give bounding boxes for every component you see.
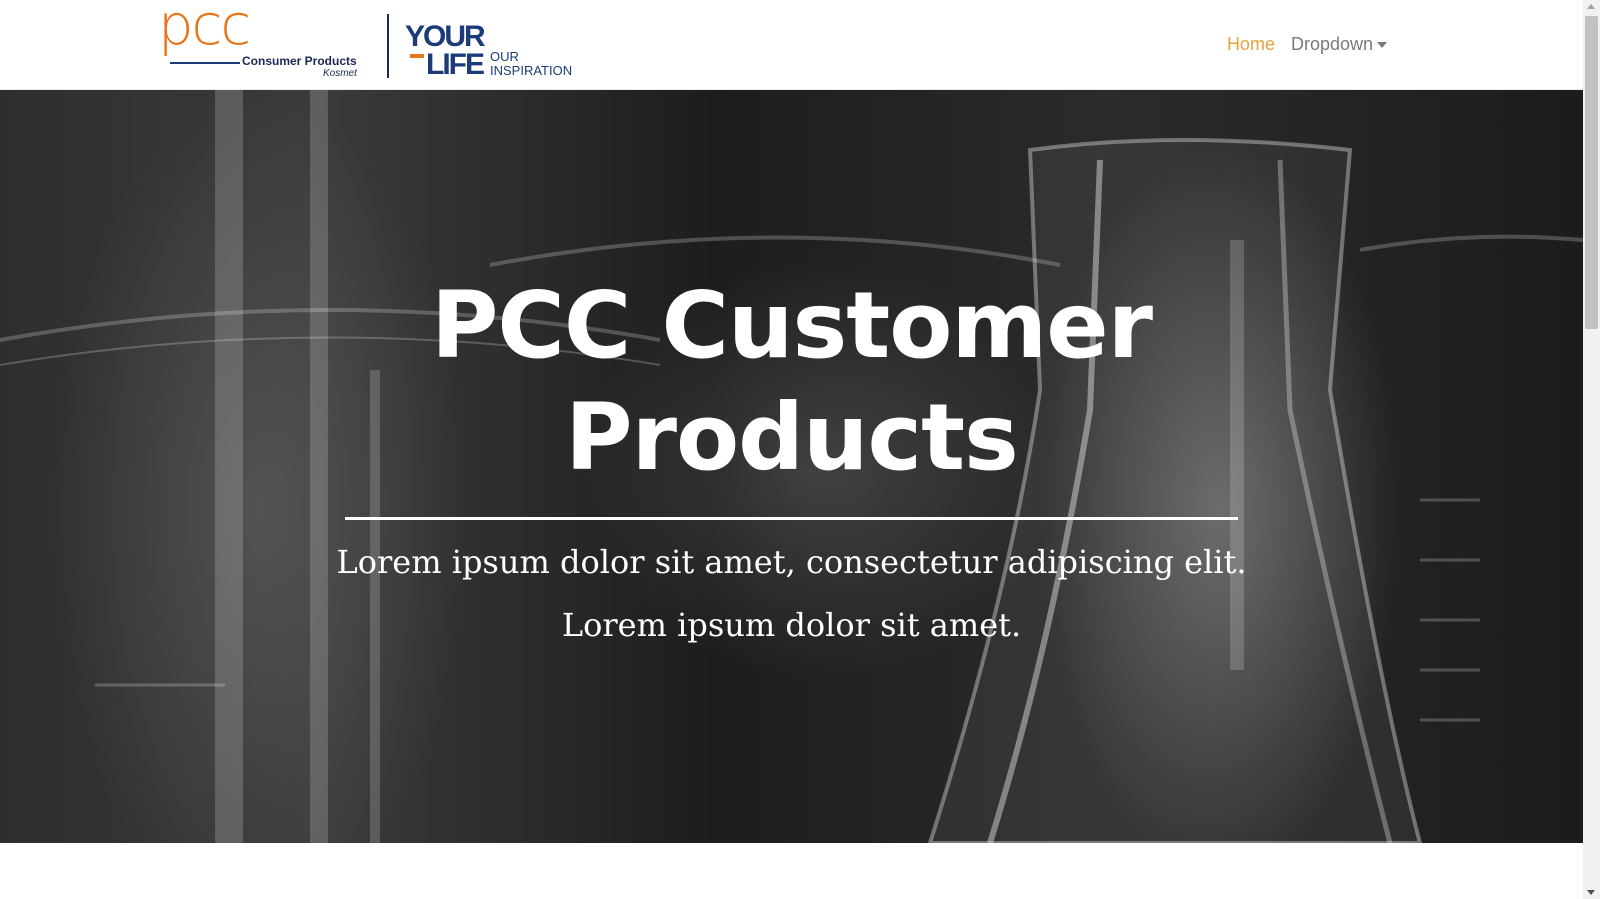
caret-down-icon [1377, 42, 1387, 49]
page-scrollbar[interactable] [1583, 0, 1600, 899]
your-life-logo-life: LIFE [426, 48, 485, 81]
kosmet-label: Kosmet [323, 68, 357, 79]
your-life-logo-inspiration: INSPIRATION [490, 63, 573, 78]
consumer-products-label: Consumer Products [242, 54, 357, 68]
nav-dropdown-label: Dropdown [1290, 34, 1373, 54]
nav-home-link[interactable]: Home [1227, 34, 1275, 55]
hero-subtitle-line-1: Lorem ipsum dolor sit amet, consectetur … [336, 543, 1247, 581]
hero-content: PCC Customer Products Lorem ipsum dolor … [0, 90, 1583, 843]
hero-title: PCC Customer Products [430, 272, 1153, 491]
hero-divider [345, 517, 1238, 520]
your-life-logo-dash [410, 54, 424, 58]
navbar: pcc Consumer Products Kosmet YOUR LIFE O… [0, 0, 1583, 90]
pcc-logo-underline [170, 62, 240, 64]
scrollbar-thumb[interactable] [1585, 16, 1598, 329]
main-nav: Home Dropdown [1227, 34, 1387, 55]
nav-dropdown-toggle[interactable]: Dropdown [1291, 34, 1387, 55]
brand-divider [387, 14, 389, 78]
pcc-logo-text: pcc [158, 0, 251, 58]
scroll-up-arrow-icon[interactable] [1587, 4, 1595, 9]
scroll-down-arrow-icon[interactable] [1587, 890, 1595, 895]
your-life-logo-our: OUR [490, 49, 519, 64]
hero-section: PCC Customer Products Lorem ipsum dolor … [0, 90, 1583, 843]
hero-subtitle-line-2: Lorem ipsum dolor sit amet. [561, 606, 1022, 644]
brand-logo-link[interactable]: pcc Consumer Products Kosmet YOUR LIFE O… [158, 0, 572, 81]
